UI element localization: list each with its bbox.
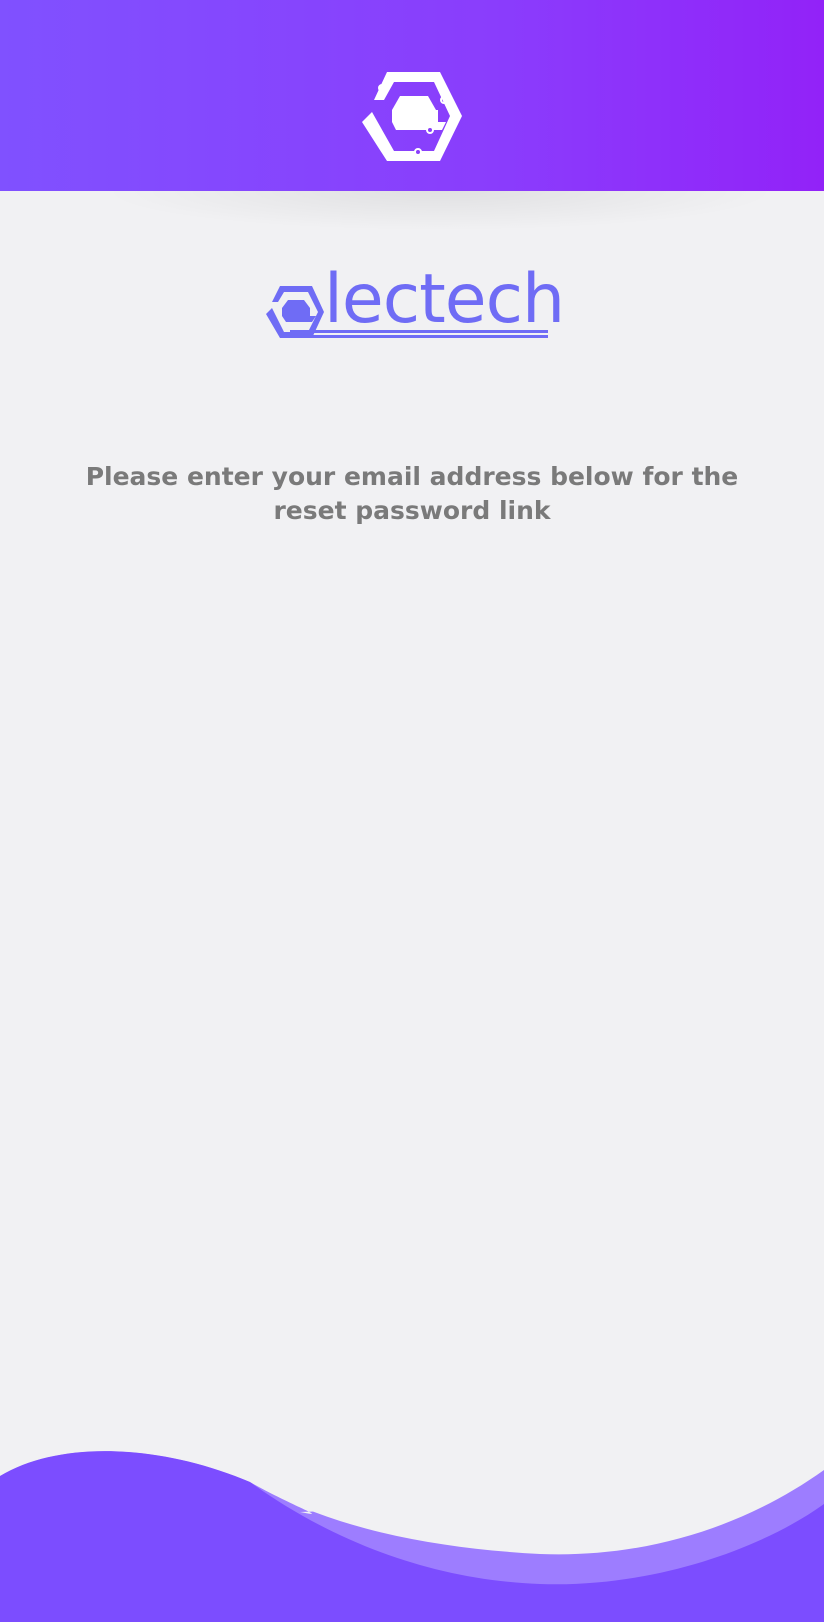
brand-underline (290, 330, 548, 338)
top-header (0, 0, 824, 191)
brand-logo: lectech (266, 260, 566, 342)
electech-logo-icon (362, 72, 462, 161)
brand-wordmark: lectech (324, 260, 565, 339)
header-shadow (100, 191, 780, 231)
bottom-wave-decoration (0, 1440, 824, 1622)
reset-instructions: Please enter your email address below fo… (85, 462, 739, 525)
